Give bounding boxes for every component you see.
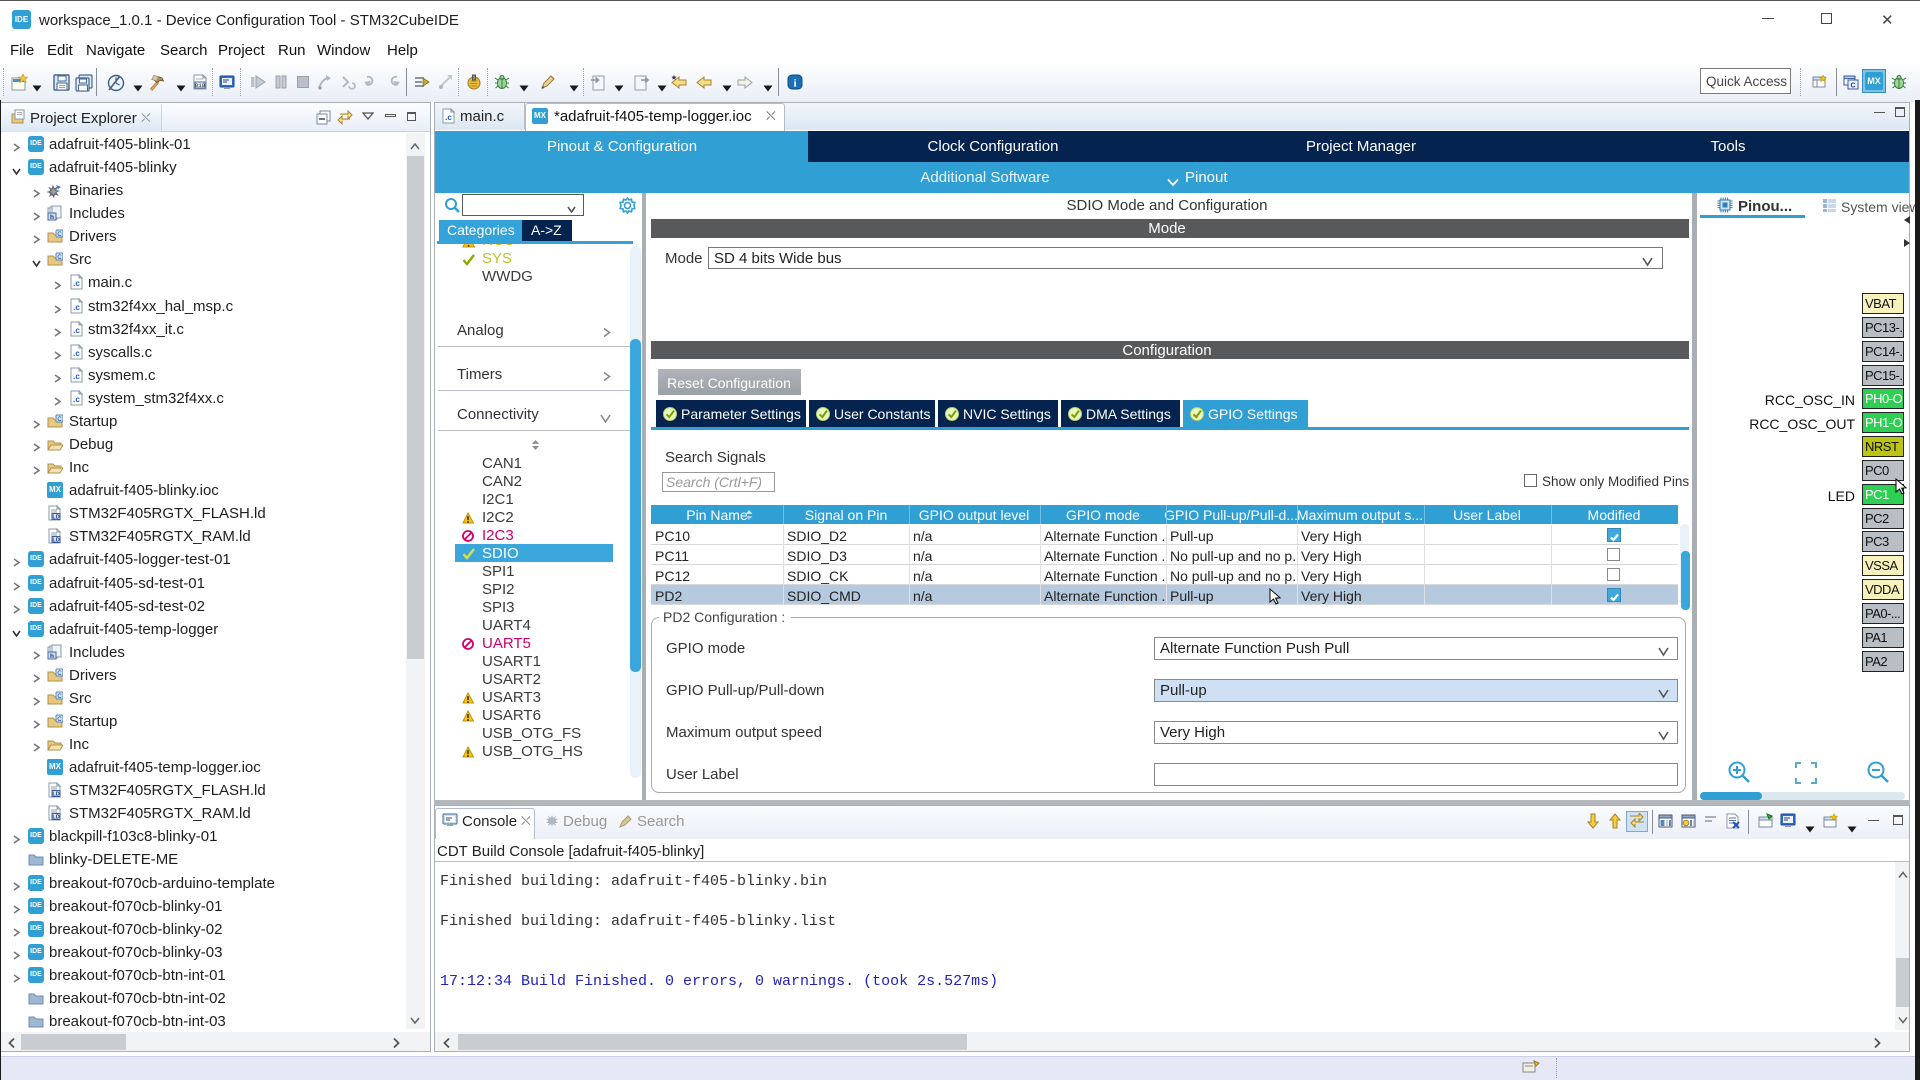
svg-text:.c: .c: [73, 326, 80, 335]
svg-text:010: 010: [195, 82, 205, 89]
svg-text:C: C: [57, 717, 62, 723]
svg-text:LD: LD: [52, 792, 59, 798]
svg-text:LD: LD: [52, 515, 59, 521]
svg-text:LD: LD: [52, 815, 59, 821]
svg-text:.c: .c: [73, 372, 80, 381]
svg-text:.c: .c: [73, 395, 80, 404]
svg-text:i: i: [793, 78, 796, 90]
svg-text:C: C: [57, 417, 62, 423]
svg-text:.c: .c: [73, 349, 80, 358]
svg-text:.c: .c: [445, 113, 452, 122]
svg-text:h: h: [50, 653, 54, 660]
svg-text:C: C: [57, 694, 62, 700]
svg-text:.c: .c: [73, 279, 80, 288]
svg-text:C: C: [57, 671, 62, 677]
svg-text:C: C: [57, 255, 62, 261]
svg-text:C: C: [57, 232, 62, 238]
svg-text:C: C: [1850, 83, 1855, 90]
svg-text:h: h: [50, 214, 54, 221]
svg-text:.c: .c: [73, 303, 80, 312]
svg-text:LD: LD: [52, 538, 59, 544]
